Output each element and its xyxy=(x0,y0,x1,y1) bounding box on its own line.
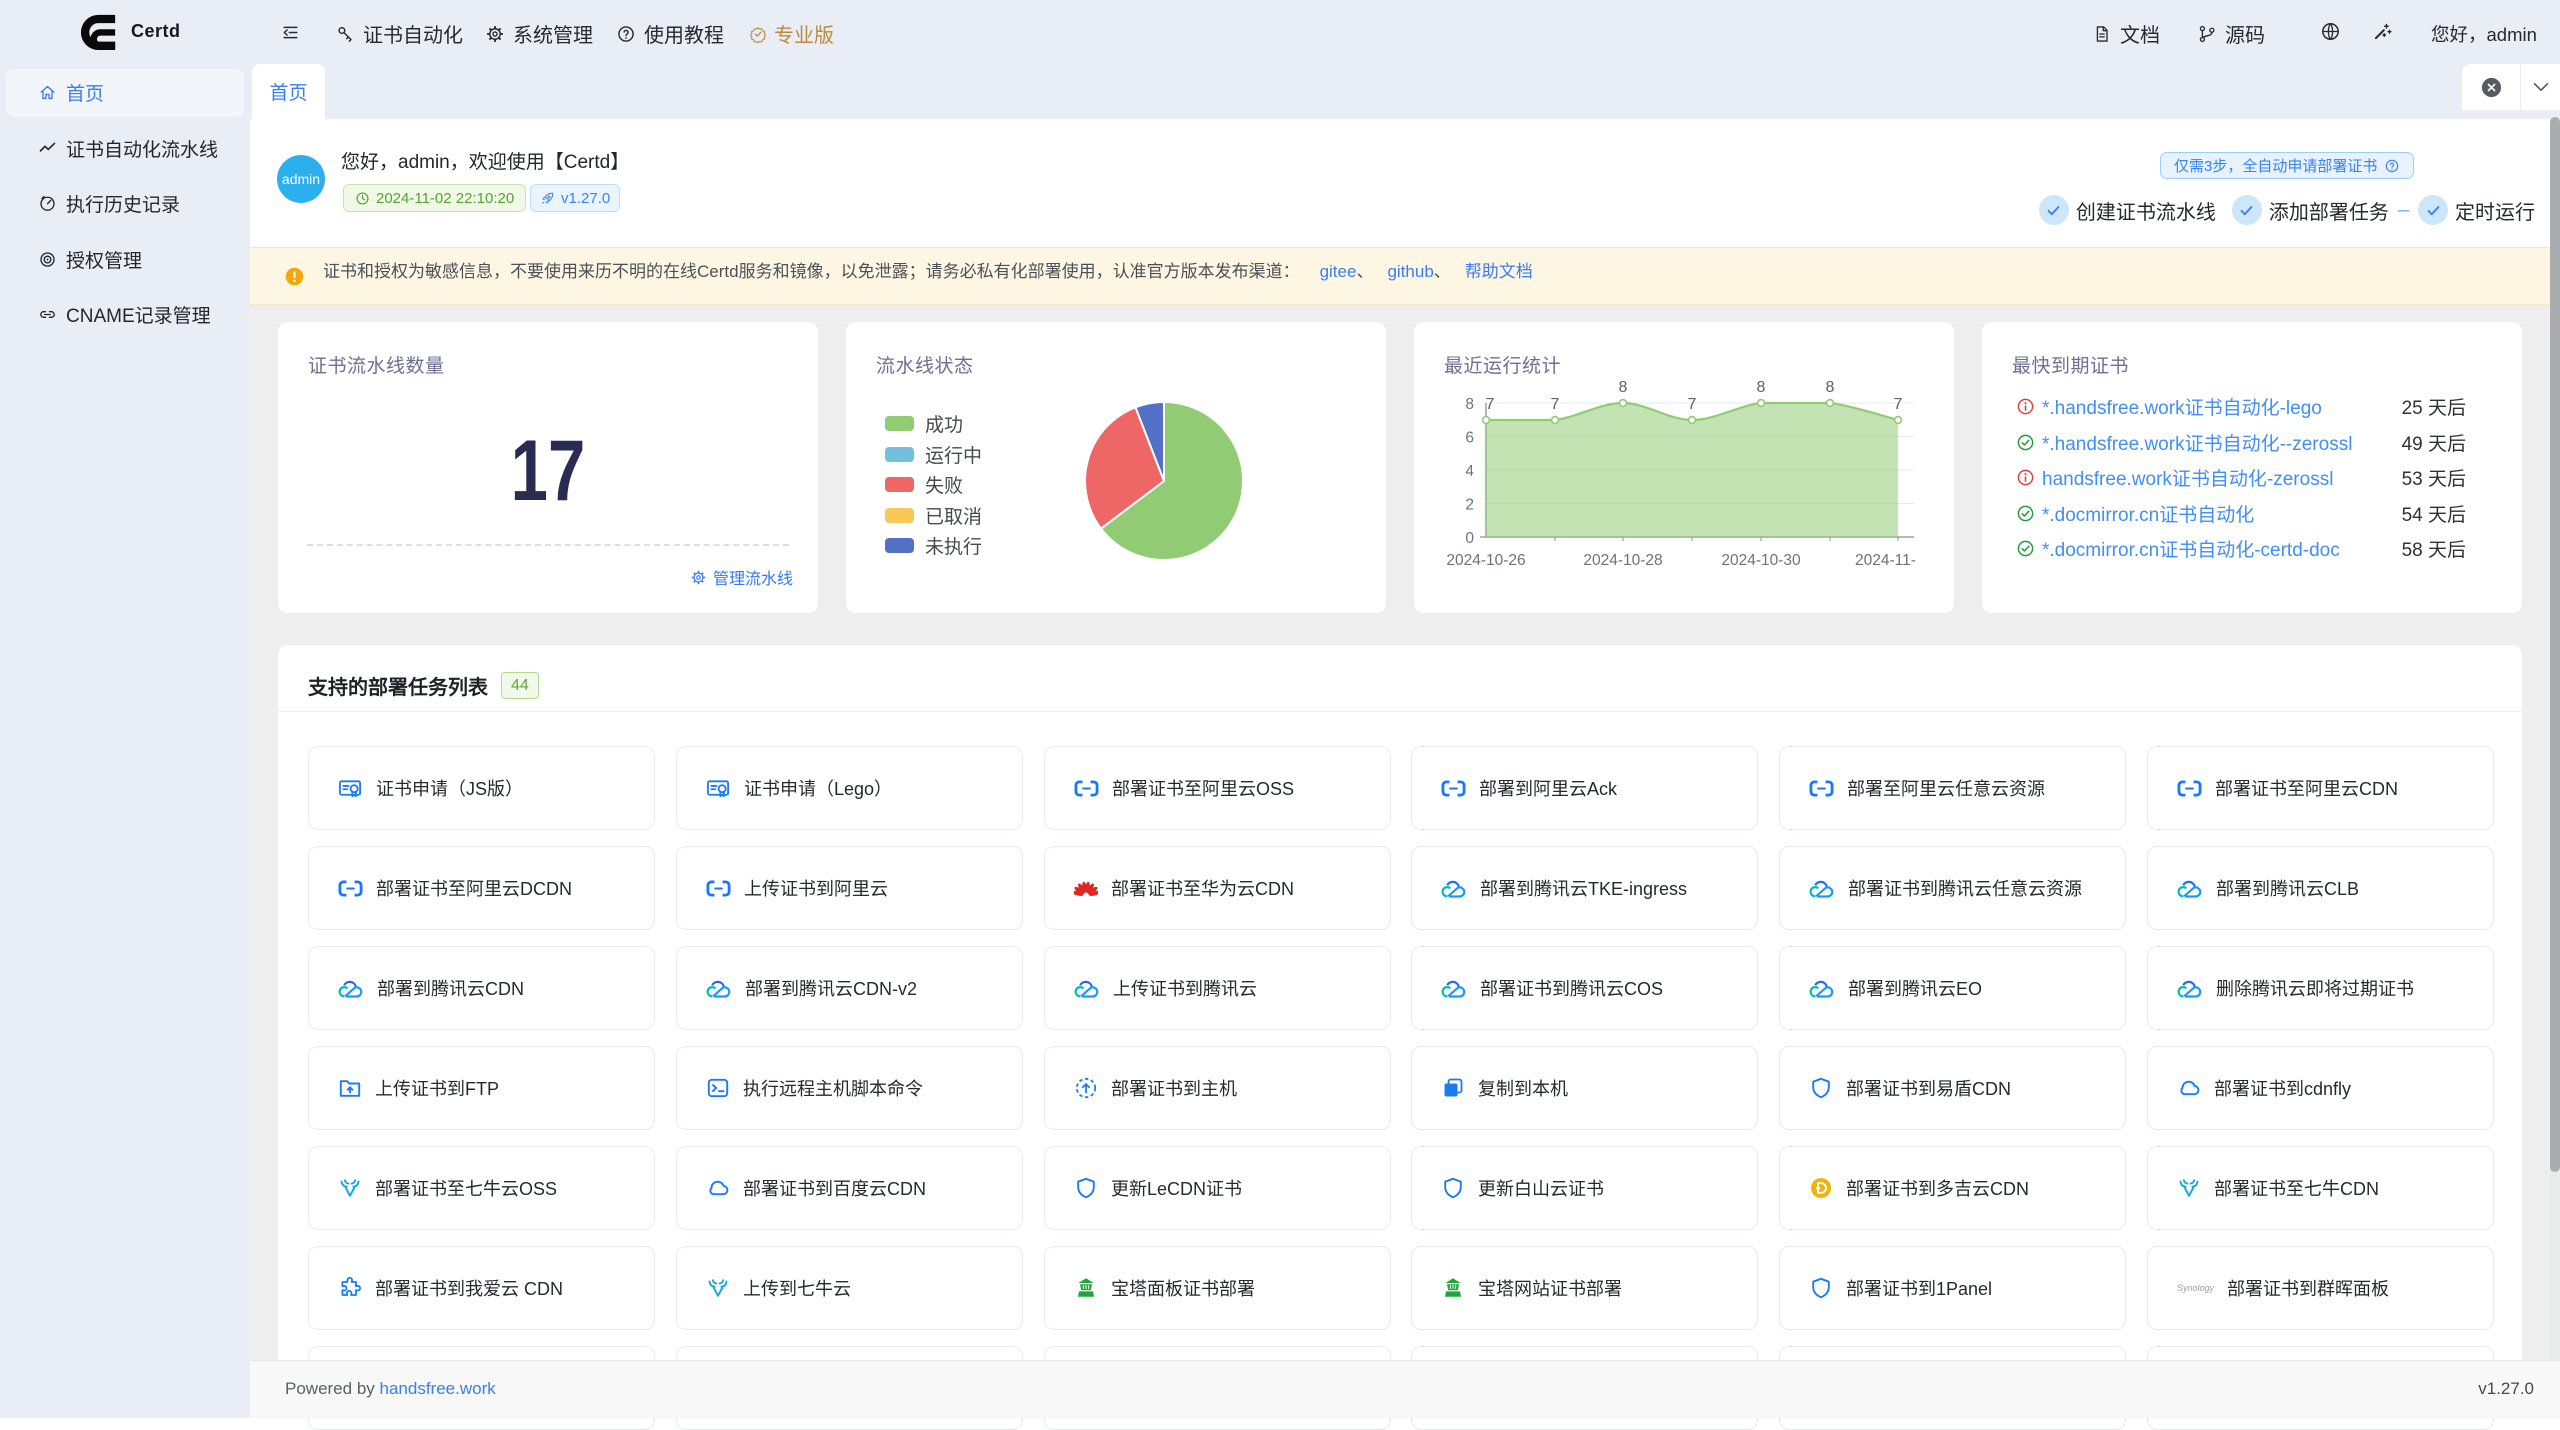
svg-text:8: 8 xyxy=(1465,396,1474,413)
svg-text:2024-10-28: 2024-10-28 xyxy=(1583,552,1662,569)
svg-text:8: 8 xyxy=(1619,379,1628,396)
svg-text:4: 4 xyxy=(1465,463,1474,480)
svg-text:7: 7 xyxy=(1894,396,1903,413)
svg-text:2024-10-26: 2024-10-26 xyxy=(1446,552,1525,569)
svg-text:7: 7 xyxy=(1688,396,1697,413)
svg-text:2: 2 xyxy=(1465,497,1474,514)
svg-text:8: 8 xyxy=(1757,379,1766,396)
svg-text:2024-11-: 2024-11- xyxy=(1855,552,1916,569)
svg-text:7: 7 xyxy=(1486,396,1495,413)
svg-text:0: 0 xyxy=(1465,530,1474,547)
svg-text:6: 6 xyxy=(1465,430,1474,447)
svg-text:8: 8 xyxy=(1826,379,1835,396)
svg-text:2024-10-30: 2024-10-30 xyxy=(1721,552,1801,569)
svg-text:7: 7 xyxy=(1551,396,1560,413)
